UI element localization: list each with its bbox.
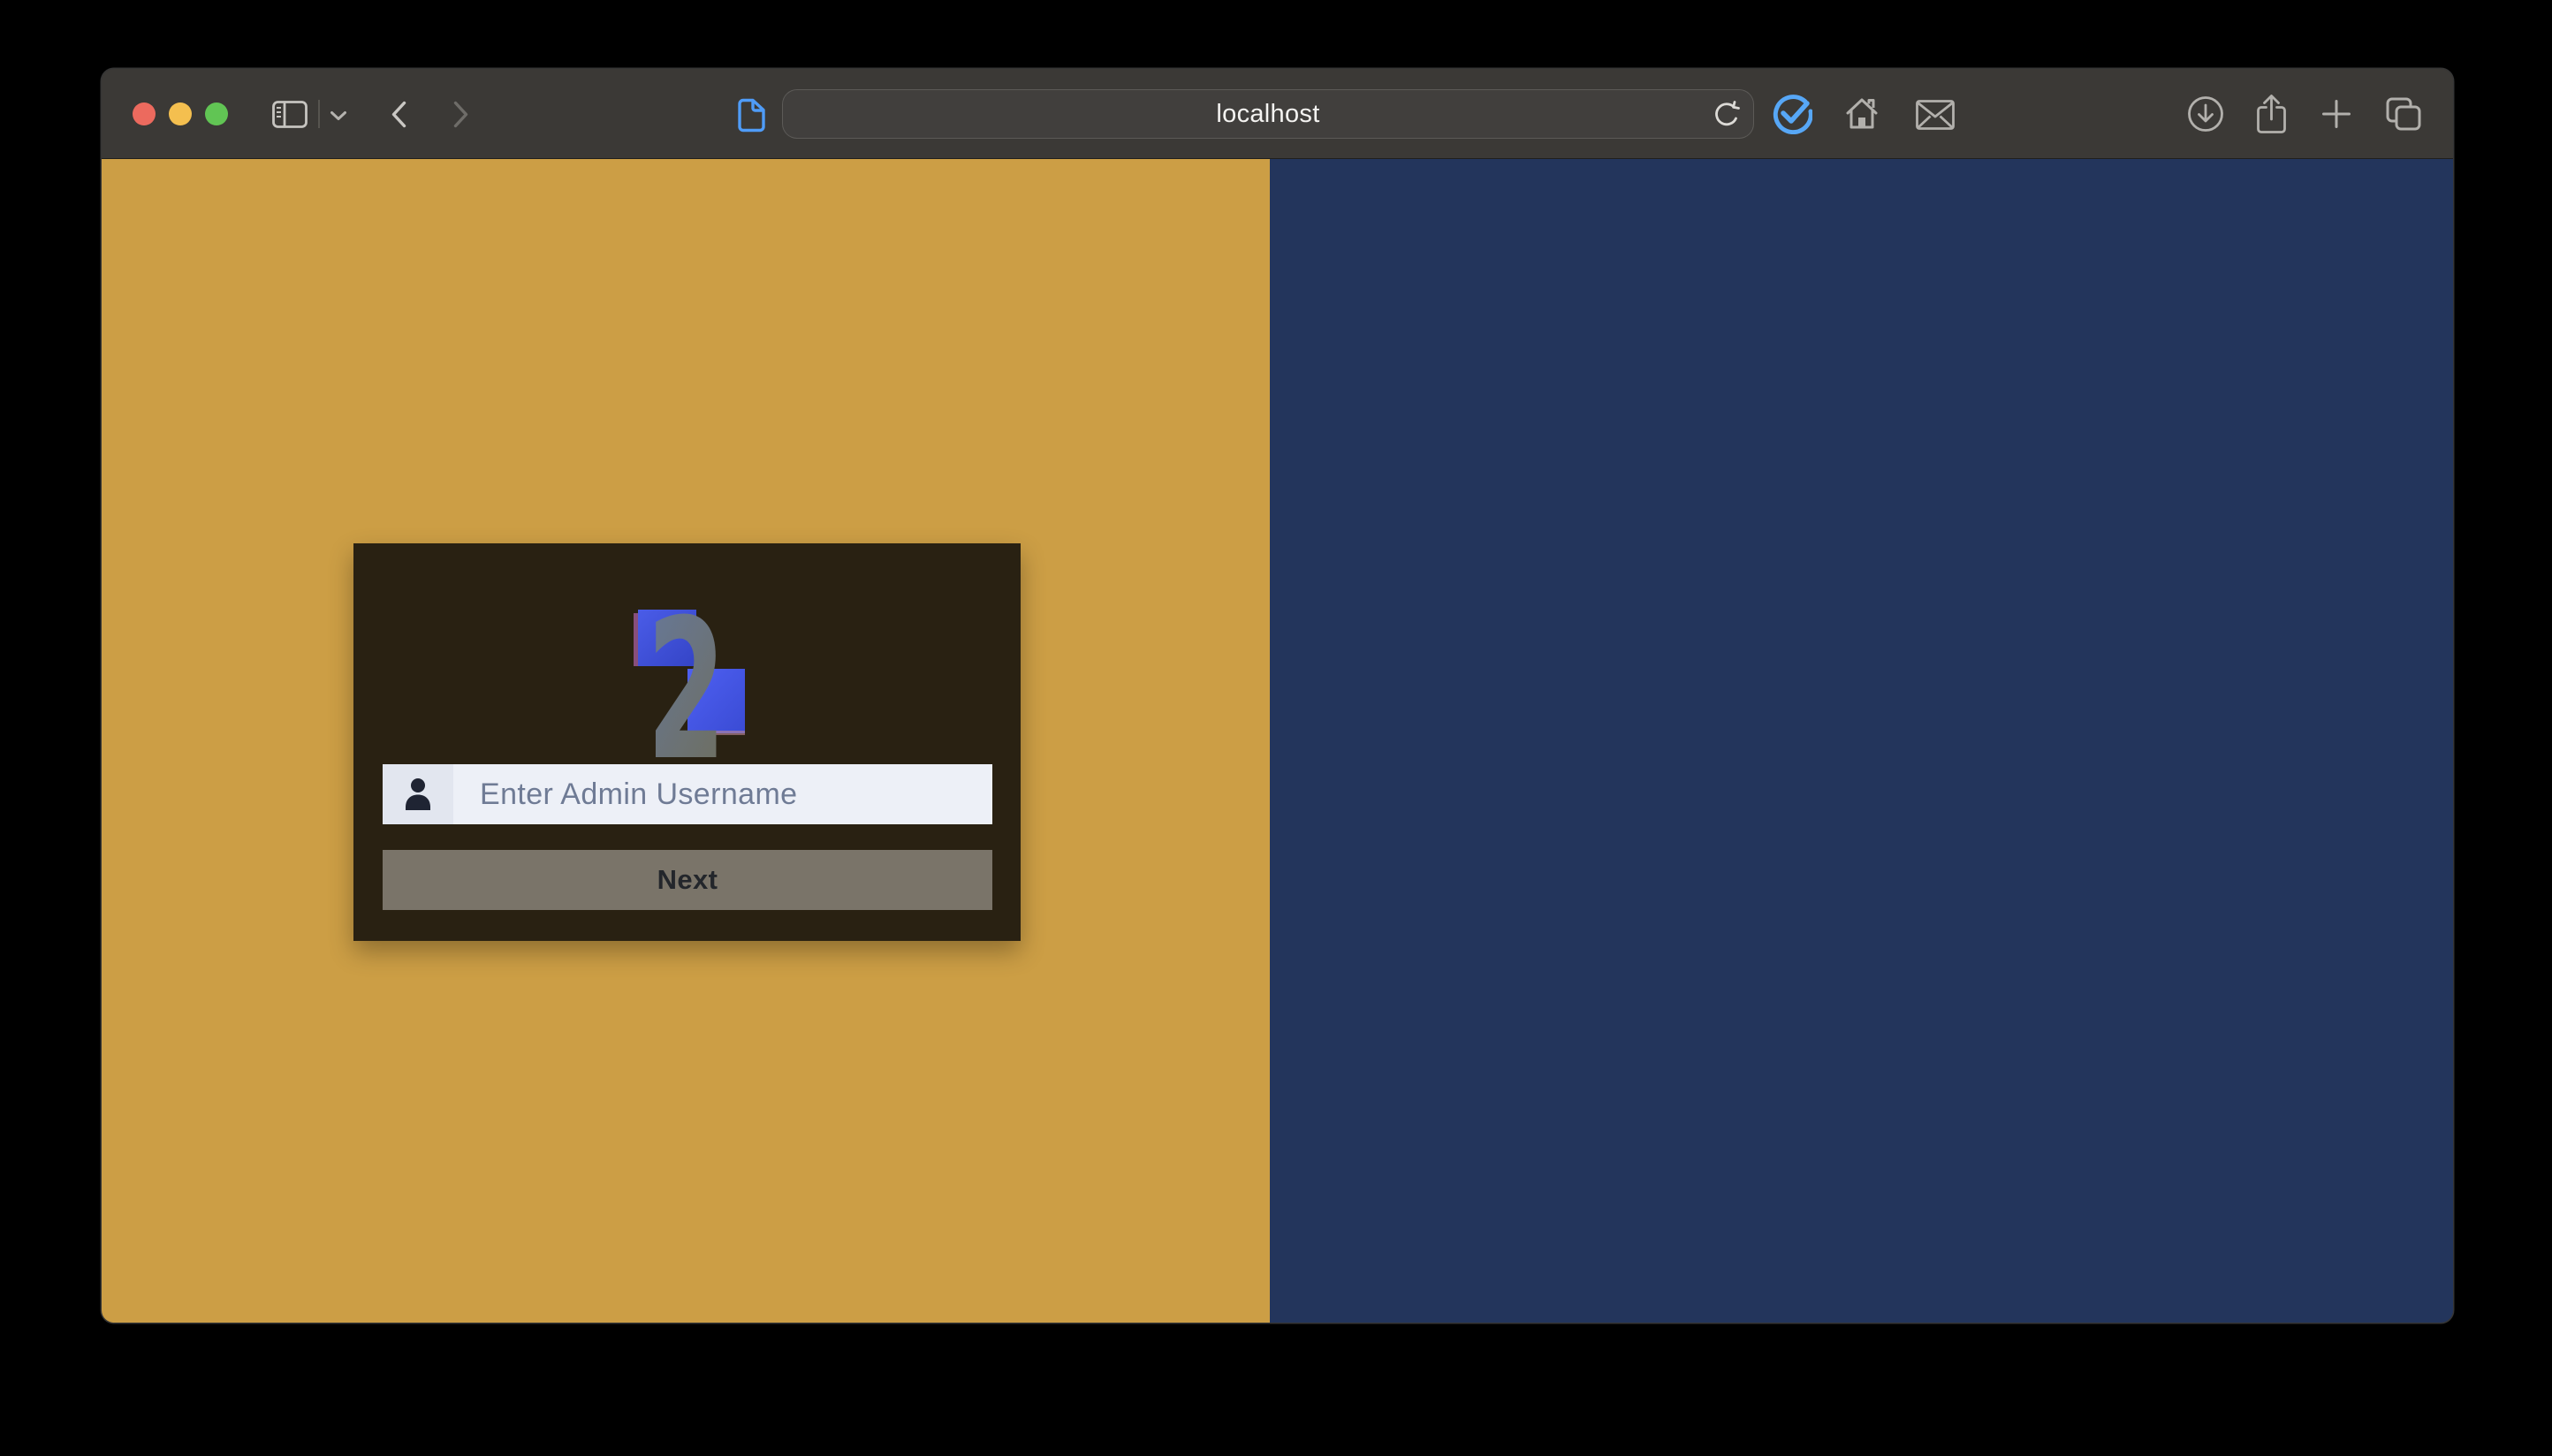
page-content: 2 Next <box>102 159 2453 1323</box>
user-icon <box>383 764 453 824</box>
downloads-icon[interactable] <box>2187 95 2224 137</box>
blue-squares-2-logo: 2 <box>630 605 745 764</box>
sidebar-toggle-icon[interactable] <box>272 101 308 133</box>
mail-icon[interactable] <box>1916 100 1955 134</box>
back-icon[interactable] <box>391 101 407 133</box>
next-button[interactable]: Next <box>383 850 992 910</box>
document-icon <box>737 98 766 137</box>
close-window-button[interactable] <box>133 102 156 125</box>
chevron-down-icon[interactable] <box>330 110 347 125</box>
login-card: 2 Next <box>353 543 1021 941</box>
forward-icon[interactable] <box>452 101 469 133</box>
share-icon[interactable] <box>2255 94 2288 140</box>
new-tab-icon[interactable] <box>2321 99 2351 133</box>
toolbar-divider <box>318 100 320 128</box>
reload-icon[interactable] <box>1713 100 1741 134</box>
minimize-window-button[interactable] <box>169 102 192 125</box>
admin-username-field-group <box>383 764 992 824</box>
zoom-window-button[interactable] <box>205 102 228 125</box>
tab-overview-icon[interactable] <box>2385 96 2422 136</box>
svg-text:2: 2 <box>646 605 725 760</box>
login-left-panel: 2 Next <box>102 159 1270 1323</box>
address-bar[interactable]: localhost <box>782 89 1754 139</box>
traffic-lights <box>133 102 228 125</box>
browser-window: localhost <box>102 69 2453 1323</box>
admin-username-input[interactable] <box>453 764 992 824</box>
browser-toolbar: localhost <box>102 69 2453 159</box>
verified-check-icon[interactable] <box>1772 94 1812 139</box>
url-text[interactable]: localhost <box>1216 100 1319 129</box>
home-icon[interactable] <box>1843 95 1880 137</box>
navy-right-panel <box>1270 159 2453 1323</box>
